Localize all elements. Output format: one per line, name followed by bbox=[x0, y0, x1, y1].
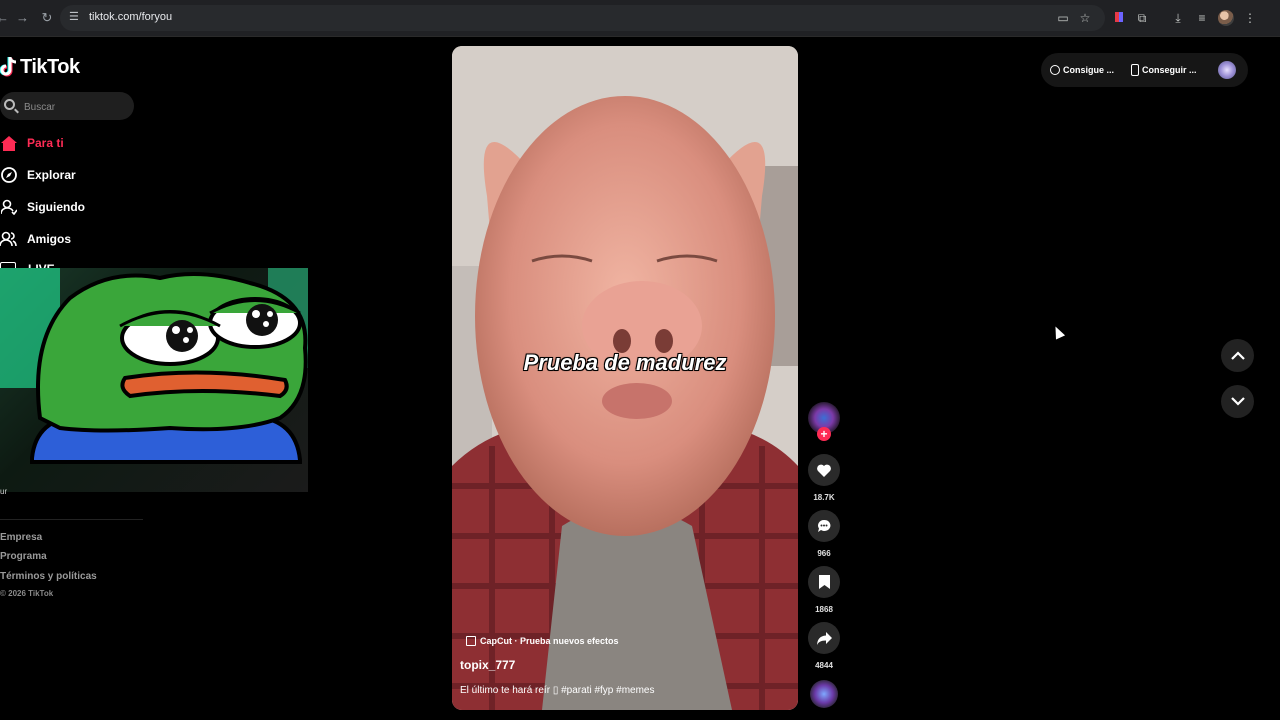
save-button[interactable] bbox=[808, 566, 840, 598]
sidebar-item-label: Explorar bbox=[27, 168, 76, 182]
sidebar-item-explorar[interactable]: Explorar bbox=[0, 164, 76, 186]
back-icon[interactable]: ← bbox=[0, 9, 9, 27]
search-icon bbox=[4, 99, 15, 110]
following-icon bbox=[0, 199, 17, 216]
effect-link[interactable]: CapCut · Prueba nuevos efectos bbox=[466, 634, 619, 648]
share-arrow-icon bbox=[816, 631, 832, 645]
sidebar-item-label: Siguiendo bbox=[27, 200, 85, 214]
next-video-button[interactable] bbox=[1221, 385, 1254, 418]
bookmark-star-icon[interactable]: ☆ bbox=[1077, 10, 1093, 26]
footer-link-programa[interactable]: Programa bbox=[0, 551, 47, 562]
forward-icon[interactable]: → bbox=[16, 9, 29, 27]
pepe-frog-image bbox=[30, 272, 308, 464]
sidebar-item-label: Amigos bbox=[27, 232, 72, 246]
sidebar-divider bbox=[0, 519, 143, 520]
url-text[interactable]: tiktok.com/foryou bbox=[89, 11, 172, 23]
sidebar-item-amigos[interactable]: Amigos bbox=[0, 228, 71, 250]
more-menu-icon[interactable]: ⋮ bbox=[1242, 10, 1258, 26]
video-overlay-title: Prueba de madurez bbox=[523, 350, 727, 375]
like-button[interactable] bbox=[808, 454, 840, 486]
browser-profile-avatar[interactable] bbox=[1218, 10, 1234, 26]
save-count: 1868 bbox=[815, 605, 833, 614]
get-app-button[interactable]: Conseguir ... bbox=[1131, 64, 1197, 76]
partial-suggested-text: ur bbox=[0, 487, 8, 496]
mouse-cursor-icon bbox=[1050, 324, 1066, 340]
like-count: 18.7K bbox=[813, 493, 835, 502]
tab-search-icon[interactable]: ≡ bbox=[1194, 10, 1210, 26]
comment-icon bbox=[818, 519, 831, 532]
home-icon bbox=[0, 135, 17, 152]
extension-colored-icon[interactable] bbox=[1111, 10, 1127, 26]
comment-count: 966 bbox=[817, 549, 831, 558]
address-bar[interactable] bbox=[60, 5, 1105, 31]
user-profile-avatar[interactable] bbox=[1218, 61, 1236, 79]
previous-video-button[interactable] bbox=[1221, 339, 1254, 372]
extensions-puzzle-icon[interactable]: ⧉ bbox=[1134, 10, 1150, 26]
reload-icon[interactable]: ↻ bbox=[40, 9, 54, 27]
heart-icon bbox=[817, 464, 831, 477]
cast-icon[interactable]: ▭ bbox=[1055, 10, 1071, 26]
friends-icon bbox=[0, 231, 17, 248]
tiktok-logo[interactable]: TikTok bbox=[0, 55, 80, 79]
chevron-up-icon bbox=[1230, 351, 1245, 360]
video-description: El último te hará reír ▯ #parati #fyp #m… bbox=[460, 685, 655, 696]
footer-link-terminos[interactable]: Términos y políticas bbox=[0, 571, 97, 582]
sidebar-item-siguiendo[interactable]: Siguiendo bbox=[0, 196, 85, 218]
comment-button[interactable] bbox=[808, 510, 840, 542]
video-player[interactable] bbox=[452, 46, 798, 710]
share-count: 4844 bbox=[815, 661, 833, 670]
follow-plus-button[interactable]: + bbox=[817, 427, 831, 441]
streamer-overlay-image bbox=[0, 268, 308, 492]
music-disc-icon[interactable] bbox=[810, 680, 838, 708]
phone-icon bbox=[1131, 64, 1139, 76]
search-input[interactable] bbox=[22, 99, 131, 115]
logo-text: TikTok bbox=[20, 55, 80, 78]
video-frame-image bbox=[452, 46, 798, 710]
search-box[interactable] bbox=[0, 92, 134, 120]
footer-link-empresa[interactable]: Empresa bbox=[0, 532, 42, 543]
downloads-icon[interactable]: ⤓ bbox=[1170, 10, 1186, 26]
coin-icon bbox=[1050, 65, 1060, 75]
video-username[interactable]: topix_777 bbox=[460, 658, 515, 672]
site-info-icon[interactable]: ☰ bbox=[69, 10, 83, 24]
sidebar-item-label: Para ti bbox=[27, 136, 64, 150]
chevron-down-icon bbox=[1230, 397, 1245, 406]
bookmark-icon bbox=[818, 575, 830, 589]
copyright: © 2026 TikTok bbox=[0, 589, 54, 598]
browser-toolbar: ← → ↻ ☰ tiktok.com/foryou ▭ ☆ ⧉ ⤓ ≡ ⋮ bbox=[0, 0, 1280, 37]
share-button[interactable] bbox=[808, 622, 840, 654]
tiktok-note-icon bbox=[0, 56, 17, 77]
compass-icon bbox=[0, 167, 17, 184]
capcut-icon bbox=[466, 636, 476, 646]
sidebar-item-para-ti[interactable]: Para ti bbox=[0, 132, 64, 154]
get-coins-button[interactable]: Consigue ... bbox=[1050, 64, 1114, 76]
